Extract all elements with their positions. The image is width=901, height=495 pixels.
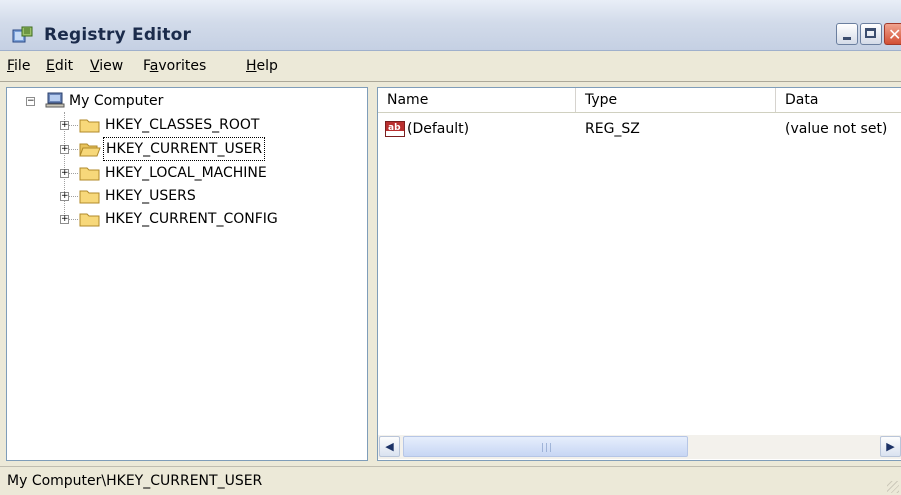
close-icon: ✕ [888, 25, 901, 44]
value-data: (value not set) [785, 121, 888, 137]
value-name: (Default) [407, 121, 470, 137]
tree-node-label: HKEY_USERS [105, 188, 196, 204]
column-header-name[interactable]: Name [378, 88, 576, 112]
maximize-button[interactable] [860, 23, 882, 45]
menu-edit[interactable]: Edit [46, 58, 73, 74]
tree-node-label: HKEY_CLASSES_ROOT [105, 117, 260, 133]
computer-icon [45, 92, 65, 108]
tree-node-label-selected: HKEY_CURRENT_USER [102, 137, 266, 161]
grip-icon: ||| [541, 443, 554, 453]
scroll-right-button[interactable]: ▶ [880, 436, 901, 457]
tree-node-hkey-classes-root[interactable]: + HKEY_CLASSES_ROOT [7, 114, 347, 136]
values-list-pane[interactable]: Name Type Data ab (Default) REG_SZ (valu… [377, 87, 901, 461]
arrow-right-icon: ▶ [886, 440, 895, 453]
column-header-type[interactable]: Type [576, 88, 776, 112]
column-header-data[interactable]: Data [776, 88, 901, 112]
resize-grip-icon[interactable] [887, 481, 899, 493]
string-value-icon: ab [385, 121, 405, 137]
registry-tree-pane[interactable]: − My Computer + HKEY_CLASSES_ROOT + HKEY… [6, 87, 368, 461]
arrow-left-icon: ◀ [385, 440, 394, 453]
close-button[interactable]: ✕ [884, 23, 901, 45]
expand-icon[interactable]: + [60, 145, 69, 154]
maximize-icon [865, 28, 876, 38]
folder-icon [79, 190, 100, 204]
tree-node-my-computer[interactable]: − My Computer [7, 90, 347, 112]
minimize-button[interactable] [836, 23, 858, 45]
tree-node-label: HKEY_CURRENT_CONFIG [105, 211, 278, 227]
menu-help[interactable]: Help [246, 58, 278, 74]
tree-node-hkey-local-machine[interactable]: + HKEY_LOCAL_MACHINE [7, 162, 347, 184]
window-title: Registry Editor [44, 25, 192, 45]
minimize-icon [843, 37, 851, 40]
tree-node-hkey-current-config[interactable]: + HKEY_CURRENT_CONFIG [7, 208, 347, 230]
value-type: REG_SZ [585, 121, 640, 137]
status-bar: My Computer\HKEY_CURRENT_USER [0, 466, 901, 495]
status-path: My Computer\HKEY_CURRENT_USER [7, 473, 263, 489]
tree-node-hkey-users[interactable]: + HKEY_USERS [7, 185, 347, 207]
list-row[interactable]: ab (Default) REG_SZ (value not set) [378, 118, 901, 140]
svg-text:ab: ab [388, 123, 401, 133]
tree-node-hkey-current-user[interactable]: + HKEY_CURRENT_USER [7, 137, 347, 161]
tree-node-label: My Computer [69, 93, 164, 109]
menu-view[interactable]: View [90, 58, 123, 74]
folder-icon [79, 119, 100, 133]
menu-favorites[interactable]: Favorites [143, 58, 206, 74]
expand-icon[interactable]: + [60, 192, 69, 201]
folder-icon [79, 213, 100, 227]
expand-icon[interactable]: + [60, 169, 69, 178]
title-bar[interactable]: Registry Editor ✕ [0, 0, 901, 51]
folder-icon [79, 167, 100, 181]
scrollbar-thumb[interactable]: ||| [403, 436, 688, 457]
folder-open-icon [79, 143, 101, 157]
list-header: Name Type Data [378, 88, 901, 113]
expand-icon[interactable]: + [60, 215, 69, 224]
expand-icon[interactable]: + [60, 121, 69, 130]
horizontal-scrollbar[interactable]: ◀ ||| ▶ [378, 435, 901, 459]
scroll-left-button[interactable]: ◀ [379, 436, 400, 457]
menu-file[interactable]: File [7, 58, 30, 74]
collapse-icon[interactable]: − [26, 97, 35, 106]
tree-node-label: HKEY_LOCAL_MACHINE [105, 165, 267, 181]
registry-editor-icon [12, 26, 33, 43]
menu-bar: File Edit View Favorites Help [0, 51, 901, 82]
